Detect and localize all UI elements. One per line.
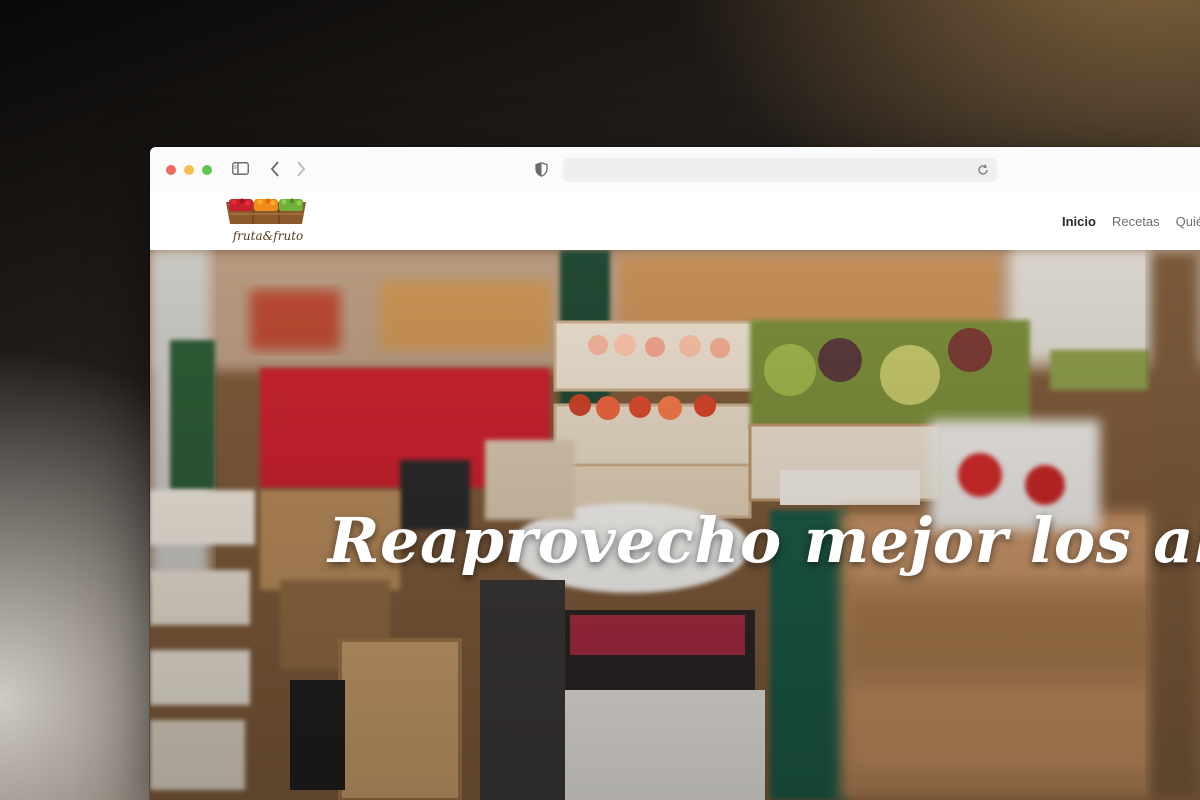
zoom-window-button[interactable]	[202, 165, 212, 175]
main-nav: Inicio Recetas Quié	[1062, 192, 1200, 250]
nav-quienes[interactable]: Quié	[1176, 214, 1200, 229]
browser-toolbar	[150, 147, 1200, 193]
browser-window: fruta&fruto Inicio Recetas Quié Reaprove…	[150, 147, 1200, 800]
nav-inicio[interactable]: Inicio	[1062, 214, 1096, 229]
hero-banner: Reaprovecho mejor los alimentos	[150, 250, 1200, 800]
hero-title: Reaprovecho mejor los alimentos	[328, 504, 1200, 577]
logo-text: fruta&fruto	[232, 229, 304, 243]
minimize-window-button[interactable]	[184, 165, 194, 175]
site-logo[interactable]: fruta&fruto	[222, 196, 310, 248]
shield-icon[interactable]	[534, 161, 548, 177]
close-window-button[interactable]	[166, 165, 176, 175]
address-bar[interactable]	[563, 158, 997, 182]
back-icon[interactable]	[268, 159, 282, 179]
site-header: fruta&fruto Inicio Recetas Quié	[150, 192, 1200, 250]
nav-recetas[interactable]: Recetas	[1112, 214, 1160, 229]
reload-icon[interactable]	[975, 162, 991, 178]
fruit-crates-icon	[226, 198, 306, 225]
sidebar-icon[interactable]	[232, 162, 249, 175]
forward-icon[interactable]	[294, 159, 308, 179]
